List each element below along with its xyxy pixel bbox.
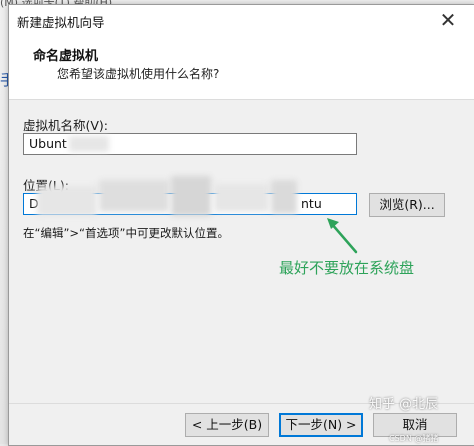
wizard-content: 虚拟机名称(V): Ubunt 位置(L): D ntu 浏览(R)... 在“… [9, 100, 474, 403]
close-icon: ✕ [439, 8, 457, 32]
title-bar: 新建虚拟机向导 ✕ [9, 5, 474, 35]
step-title: 命名虚拟机 [33, 49, 99, 64]
step-subtitle: 您希望该虚拟机使用什么名称? [57, 67, 220, 81]
cancel-button[interactable]: 取消 [373, 413, 457, 437]
next-button[interactable]: 下一步(N) > [279, 413, 363, 437]
wizard-header: 命名虚拟机 您希望该虚拟机使用什么名称? [9, 35, 474, 100]
window-title: 新建虚拟机向导 [17, 15, 105, 30]
background-side-glyph: 手 [0, 70, 15, 90]
wizard-footer: < 上一步(B) 下一步(N) > 取消 [9, 403, 474, 445]
close-button[interactable]: ✕ [435, 8, 461, 32]
annotation-arrow-icon [327, 218, 358, 254]
new-vm-wizard-dialog: 新建虚拟机向导 ✕ 命名虚拟机 您希望该虚拟机使用什么名称? 虚拟机名称(V):… [8, 4, 474, 446]
back-button[interactable]: < 上一步(B) [185, 413, 269, 437]
